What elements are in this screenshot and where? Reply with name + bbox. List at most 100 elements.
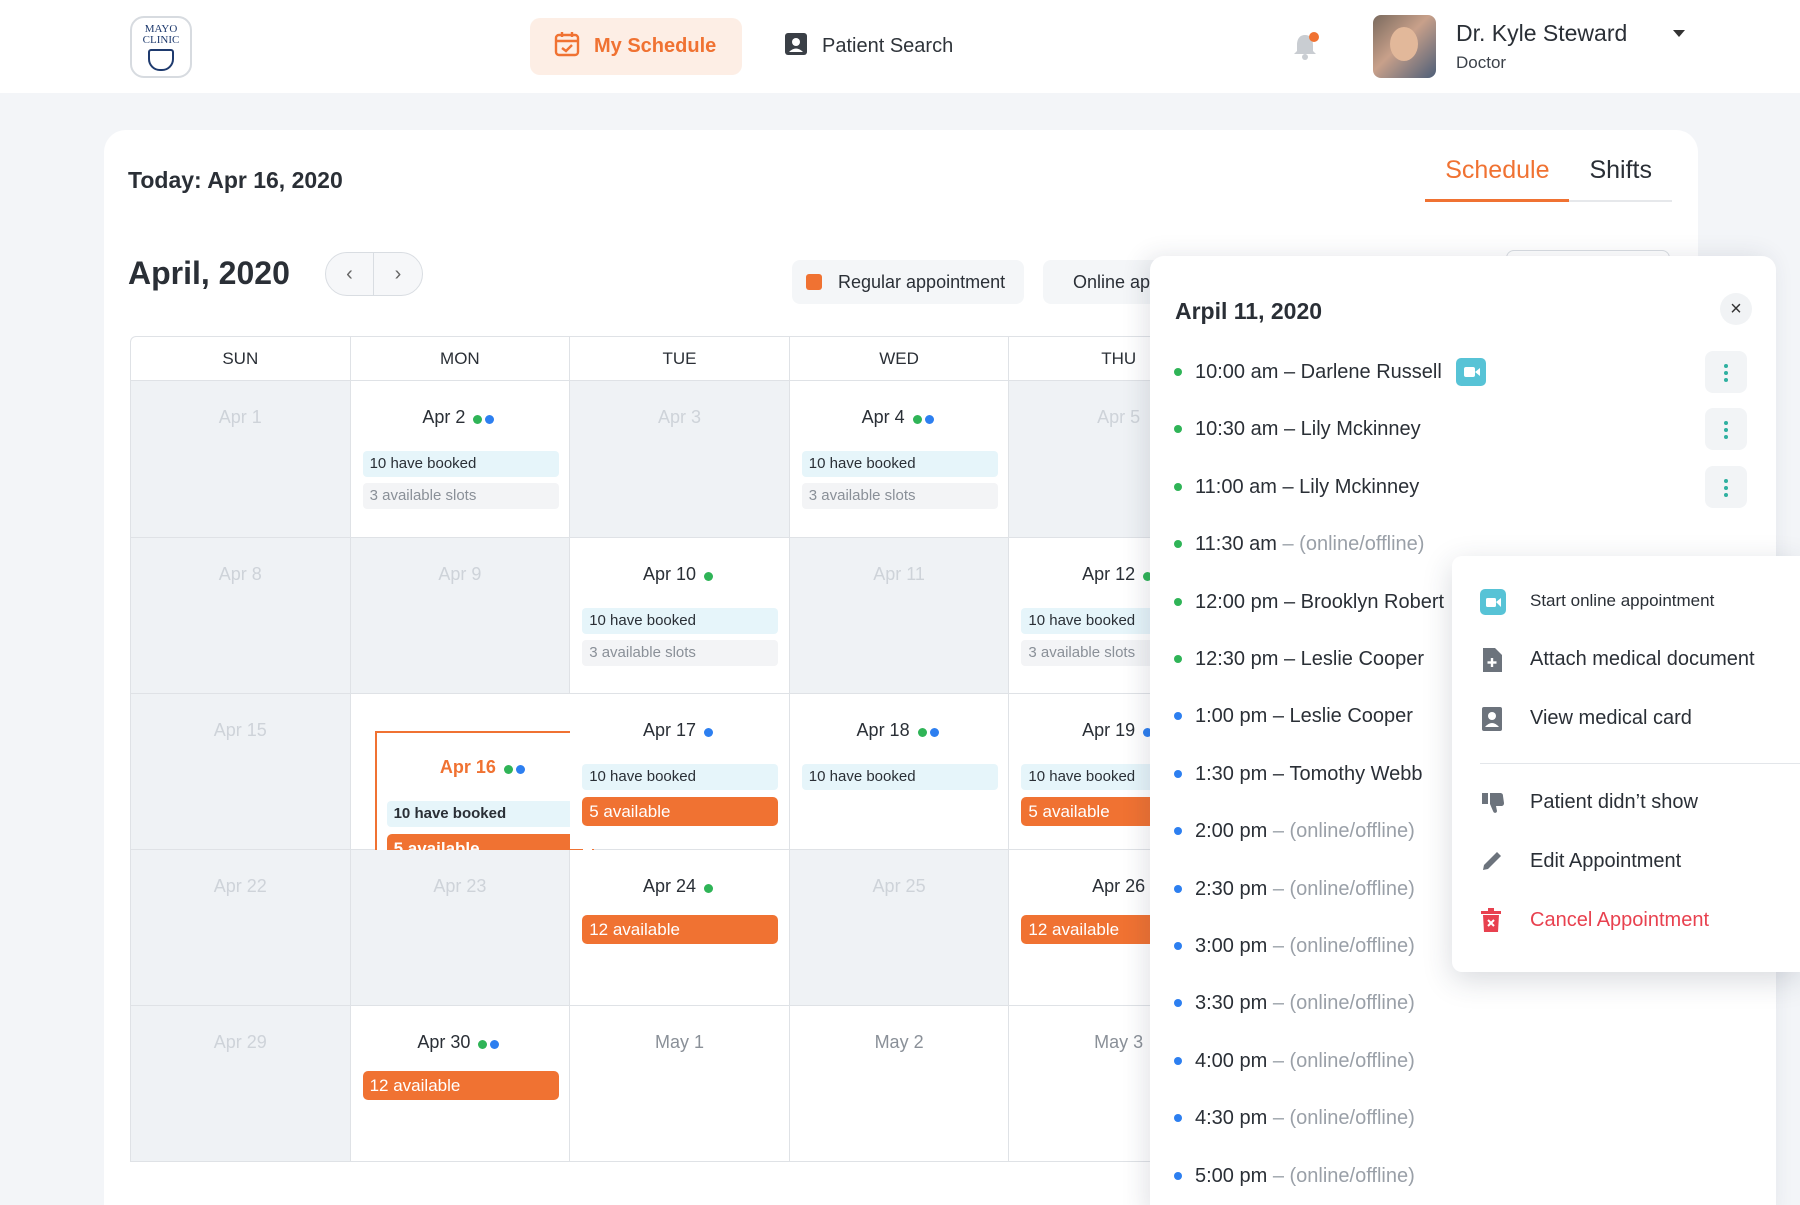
calendar-day[interactable]: May 2 <box>789 1006 1010 1161</box>
calendar-day[interactable]: Apr 9 <box>350 538 571 693</box>
calendar-day[interactable]: Apr 3 <box>570 381 790 537</box>
separator: – <box>1267 704 1290 727</box>
top-bar: MAYO CLINIC My Schedule Patient Search D… <box>0 0 1800 93</box>
tab-schedule[interactable]: Schedule <box>1425 156 1570 202</box>
calendar-day[interactable]: Apr 10 10 have booked 3 available slots <box>570 538 790 693</box>
menu-item-label: Patient didn’t show <box>1530 790 1698 813</box>
menu-item[interactable]: Start online appointment <box>1480 583 1714 619</box>
close-icon[interactable]: × <box>1720 293 1752 325</box>
patient-name[interactable]: Lily Mckinney <box>1299 476 1419 499</box>
appointment-type-dots <box>912 408 937 429</box>
tab-shifts[interactable]: Shifts <box>1569 156 1672 200</box>
appointment-item[interactable]: 12:00 pm – Brooklyn Robert <box>1174 587 1444 617</box>
appointment-type-dots <box>478 1033 502 1054</box>
menu-item[interactable]: Attach medical document <box>1480 641 1755 677</box>
patient-name[interactable]: Tomothy Webb <box>1290 763 1423 786</box>
appointment-item[interactable]: 2:00 pm – (online/offline) <box>1174 816 1415 846</box>
calendar-day[interactable]: Apr 25 <box>789 850 1010 1005</box>
more-options-icon[interactable] <box>1705 351 1747 393</box>
available-badge[interactable]: 12 available <box>362 1071 559 1100</box>
calendar-day[interactable]: Apr 17 10 have booked 5 available <box>570 694 790 849</box>
appointment-item[interactable]: 3:30 pm – (online/offline) <box>1174 988 1415 1018</box>
available-slots: 3 available slots <box>582 640 779 666</box>
mayo-clinic-logo[interactable]: MAYO CLINIC <box>130 16 192 78</box>
patient-name[interactable]: Lily Mckinney <box>1301 418 1421 441</box>
more-options-icon[interactable] <box>1705 466 1747 508</box>
weekday-label: SUN <box>131 337 351 380</box>
menu-item[interactable]: Cancel Appointment <box>1480 902 1709 938</box>
calendar-day[interactable]: Apr 23 <box>350 850 571 1005</box>
user-name[interactable]: Dr. Kyle Steward <box>1456 20 1627 47</box>
day-number: Apr 15 <box>213 720 267 740</box>
legend-regular-label: Regular appointment <box>838 271 1006 292</box>
appointment-time: 11:30 am <box>1195 532 1277 555</box>
appointment-item[interactable]: 4:30 pm – (online/offline) <box>1174 1103 1415 1133</box>
status-dot <box>1174 483 1182 491</box>
appointment-item[interactable]: 1:00 pm – Leslie Cooper <box>1174 701 1413 731</box>
appointment-item[interactable]: 11:00 am – Lily Mckinney <box>1174 472 1419 502</box>
calendar-day[interactable]: May 1 <box>570 1006 790 1161</box>
calendar-day[interactable]: Apr 30 12 available <box>350 1006 571 1161</box>
calendar-day[interactable]: Apr 4 10 have booked 3 available slots <box>789 381 1010 537</box>
appointment-item[interactable]: 3:00 pm – (online/offline) <box>1174 931 1415 961</box>
day-number: May 2 <box>874 1032 924 1052</box>
appointment-time: 4:30 pm <box>1195 1106 1268 1129</box>
menu-item-label: View medical card <box>1530 706 1692 729</box>
notification-bell-icon[interactable] <box>1293 32 1319 60</box>
appointment-item[interactable]: 4:00 pm – (online/offline) <box>1174 1046 1415 1076</box>
chevron-down-icon[interactable] <box>1673 30 1685 37</box>
appointment-item[interactable]: 10:30 am – Lily Mckinney <box>1174 414 1421 444</box>
appointment-item[interactable]: 11:30 am – (online/offline) <box>1174 529 1424 559</box>
calendar-day[interactable]: Apr 15 <box>131 694 351 849</box>
calendar-day[interactable]: Apr 1 <box>131 381 351 537</box>
day-number: May 1 <box>654 1032 704 1052</box>
calendar-day[interactable]: Apr 11 <box>789 538 1010 693</box>
patient-name[interactable]: Leslie Cooper <box>1301 648 1424 671</box>
month-pager: ‹ › <box>325 252 423 296</box>
video-camera-icon[interactable] <box>1455 358 1486 386</box>
appointment-status: (online/offline) <box>1289 934 1415 957</box>
calendar-day[interactable]: Apr 29 <box>131 1006 351 1161</box>
nav-my-schedule-label: My Schedule <box>594 35 717 57</box>
appointment-item[interactable]: 1:30 pm – Tomothy Webb <box>1174 759 1423 789</box>
appointment-item[interactable]: 2:30 pm – (online/offline) <box>1174 874 1415 904</box>
menu-item[interactable]: View medical card <box>1480 700 1692 736</box>
separator: – <box>1278 647 1301 670</box>
available-badge[interactable]: 12 available <box>582 915 779 944</box>
calendar-week: Apr 8 Apr 9 Apr 10 10 have booked 3 availabl… <box>131 537 1229 693</box>
patient-name[interactable]: Brooklyn Robert <box>1301 591 1444 614</box>
avatar[interactable] <box>1373 15 1436 78</box>
separator: – <box>1267 819 1290 842</box>
separator: – <box>1267 762 1290 785</box>
available-slots: 3 available slots <box>362 483 559 509</box>
nav-patient-search[interactable]: Patient Search <box>760 18 980 75</box>
calendar-day[interactable]: Apr 22 <box>131 850 351 1005</box>
legend-regular[interactable]: Regular appointment <box>792 260 1024 304</box>
menu-item[interactable]: Edit Appointment <box>1480 843 1681 879</box>
appointment-status: (online/offline) <box>1289 991 1415 1014</box>
more-options-icon[interactable] <box>1705 408 1747 450</box>
appointment-item[interactable]: 12:30 pm – Leslie Cooper <box>1174 644 1424 674</box>
prev-month-button[interactable]: ‹ <box>326 253 375 295</box>
calendar-day[interactable]: Apr 24 12 available <box>570 850 790 1005</box>
appointment-item[interactable]: 5:00 pm – (online/offline) <box>1174 1161 1415 1191</box>
day-number: Apr 29 <box>213 1032 267 1052</box>
calendar-day[interactable]: Apr 18 10 have booked <box>789 694 1010 849</box>
patient-name[interactable]: Darlene Russell <box>1301 361 1442 384</box>
appointment-status: (online/offline) <box>1289 1106 1415 1129</box>
appointment-status: (online/offline) <box>1289 877 1415 900</box>
available-badge[interactable]: 5 available <box>582 797 779 826</box>
weekday-label: MON <box>351 337 571 380</box>
status-dot <box>1174 1172 1182 1180</box>
nav-my-schedule[interactable]: My Schedule <box>530 18 742 75</box>
patient-name[interactable]: Leslie Cooper <box>1290 705 1413 728</box>
add-document-icon <box>1480 647 1504 672</box>
calendar-day[interactable]: Apr 8 <box>131 538 351 693</box>
menu-item[interactable]: Patient didn’t show <box>1480 784 1698 820</box>
booked-count: 10 have booked <box>362 451 559 477</box>
status-dot <box>1174 942 1182 950</box>
calendar-day[interactable]: Apr 2 10 have booked 3 available slots <box>350 381 571 537</box>
calendar-week: Apr 15 Apr 16 10 have booked 5 available Apr… <box>131 693 1229 886</box>
appointment-item[interactable]: 10:00 am – Darlene Russell <box>1174 357 1486 387</box>
next-month-button[interactable]: › <box>374 253 422 295</box>
